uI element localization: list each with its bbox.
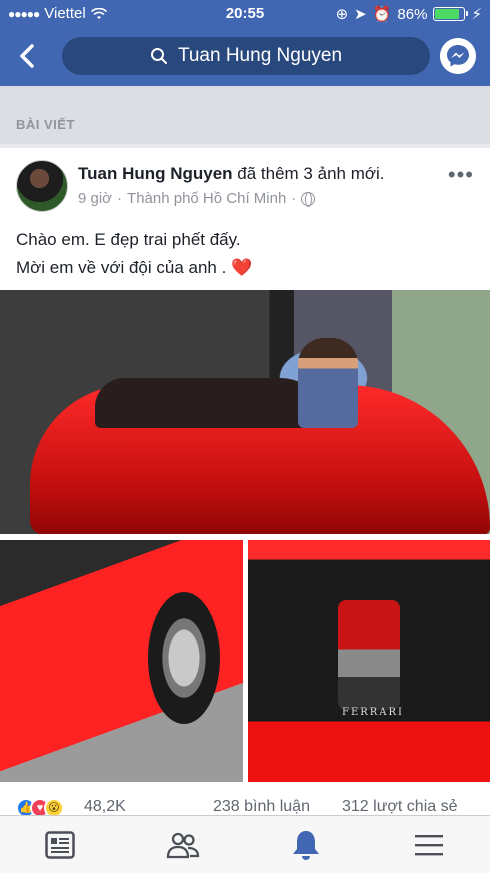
- reaction-count[interactable]: 48,2K: [84, 798, 126, 816]
- more-options-icon[interactable]: •••: [448, 164, 474, 186]
- comment-count[interactable]: 238 bình luận: [213, 798, 310, 816]
- post-location[interactable]: Thành phố Hồ Chí Minh: [127, 190, 286, 207]
- search-icon: [150, 48, 167, 64]
- post-card: Tuan Hung Nguyen đã thêm 3 ảnh mới. 9 gi…: [0, 148, 490, 873]
- post-text-line: Mời em về với đội của anh .: [16, 258, 232, 277]
- car-engine: [338, 600, 400, 710]
- messenger-icon[interactable]: [440, 38, 476, 74]
- tab-bar: [0, 815, 490, 873]
- battery-percent: 86%: [397, 5, 428, 23]
- post-meta: 9 giờ · Thành phố Hồ Chí Minh ·: [78, 190, 316, 207]
- engine-badge: FERRARI: [342, 707, 404, 718]
- section-header: BÀI VIẾT: [0, 86, 490, 144]
- post-action: đã thêm 3 ảnh mới.: [232, 164, 385, 183]
- author-name[interactable]: Tuan Hung Nguyen: [78, 164, 233, 183]
- back-arrow-icon[interactable]: [14, 40, 42, 72]
- bell-icon: [293, 831, 319, 860]
- top-bar: ●●●●● Viettel 20:55 ⊕ ➤ ⏰ 86% ⚡ Tuan Hun…: [0, 0, 490, 86]
- globe-icon: [301, 191, 316, 207]
- person-figure: [298, 338, 358, 428]
- news-feed-icon: [45, 831, 75, 859]
- meta-separator: ·: [291, 190, 297, 207]
- post-text: Chào em. E đẹp trai phết đấy. Mời em về …: [16, 226, 252, 282]
- search-text: Tuan Hung Nguyen: [177, 45, 343, 66]
- post-photo-main[interactable]: [0, 290, 490, 534]
- post-text-line: Chào em. E đẹp trai phết đấy.: [16, 230, 241, 249]
- car-wheel: [148, 592, 220, 724]
- car-windshield: [95, 378, 325, 428]
- post-photo-wheel[interactable]: [0, 540, 243, 782]
- section-title: BÀI VIẾT: [16, 117, 75, 132]
- nav-bar: Tuan Hung Nguyen: [0, 34, 490, 78]
- location-arrow-icon: ➤: [354, 6, 367, 23]
- menu-icon: [415, 835, 443, 856]
- tab-friends[interactable]: [163, 826, 203, 864]
- share-count[interactable]: 312 lượt chia sẻ: [342, 798, 457, 816]
- tab-notifications[interactable]: [286, 826, 326, 864]
- status-bar: ●●●●● Viettel 20:55 ⊕ ➤ ⏰ 86% ⚡: [0, 0, 490, 28]
- alarm-icon: ⏰: [372, 6, 392, 23]
- tab-menu[interactable]: [409, 826, 449, 864]
- meta-separator: ·: [117, 190, 123, 207]
- rotation-lock-icon: ⊕: [335, 6, 349, 23]
- battery-icon: [433, 7, 469, 21]
- search-input[interactable]: Tuan Hung Nguyen: [62, 37, 430, 75]
- post-header: Tuan Hung Nguyen đã thêm 3 ảnh mới.: [78, 164, 385, 184]
- charging-icon: ⚡: [471, 6, 482, 23]
- tab-news-feed[interactable]: [40, 826, 80, 864]
- avatar[interactable]: [16, 160, 68, 212]
- post-photo-engine[interactable]: FERRARI: [248, 540, 490, 782]
- post-time[interactable]: 9 giờ: [78, 190, 112, 207]
- friends-icon: [166, 832, 200, 859]
- heart-emoji: ❤️: [231, 258, 253, 277]
